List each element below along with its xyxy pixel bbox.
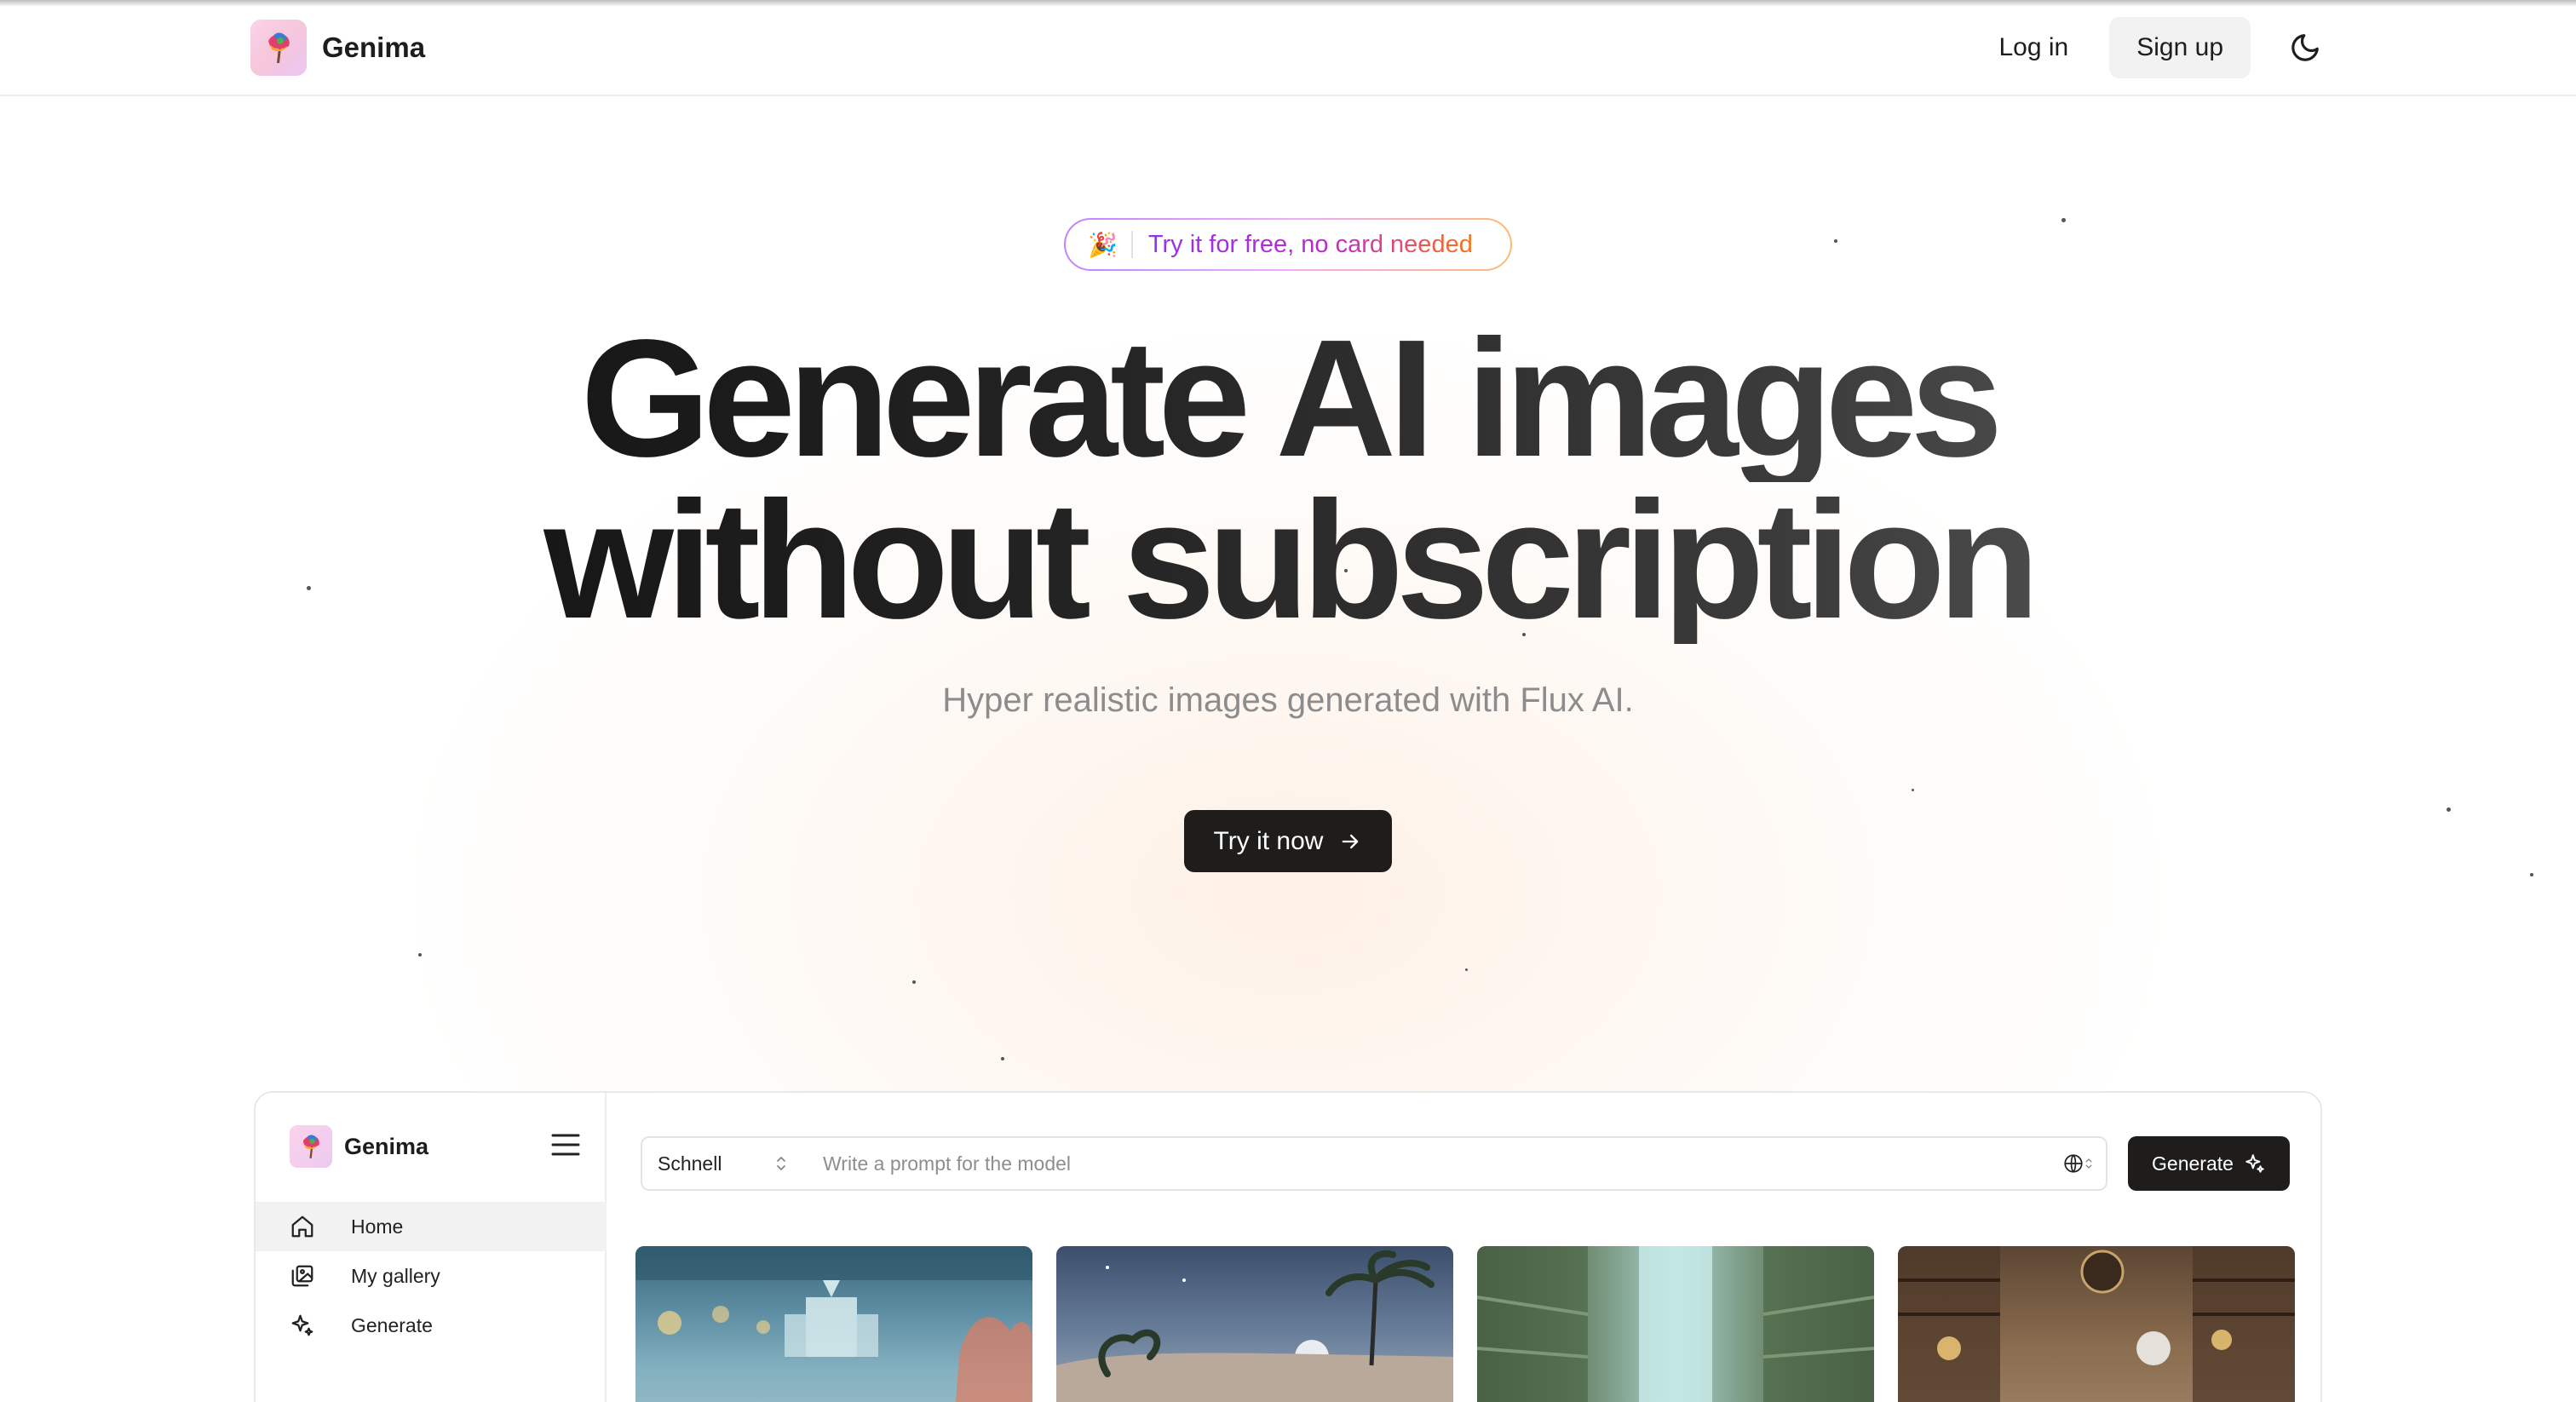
brand[interactable]: Genima (250, 20, 425, 76)
dark-mode-toggle[interactable] (2285, 27, 2326, 68)
badge-text: Try it for free, no card needed (1147, 230, 1473, 258)
gallery-thumbnail-underwater-city[interactable] (635, 1246, 1032, 1402)
decor-dot (912, 980, 916, 984)
gallery-icon (291, 1265, 313, 1287)
model-value: Schnell (658, 1152, 722, 1175)
globe-icon (2064, 1154, 2083, 1173)
decor-dot (1834, 239, 1837, 243)
home-icon (291, 1215, 313, 1238)
moon-icon (2291, 34, 2319, 61)
decor-dot (1465, 968, 1468, 971)
hamburger-menu-icon[interactable] (550, 1132, 581, 1158)
gallery-thumbnail-library[interactable] (1898, 1246, 2295, 1402)
preview-main: Schnell Generate (607, 1093, 2320, 1402)
sidebar-item-home[interactable]: Home (256, 1202, 607, 1251)
chevron-updown-icon (777, 1157, 785, 1170)
sidebar-item-label: Home (351, 1215, 404, 1238)
hero-title-line1: Generate AI images (0, 315, 2576, 482)
decor-dot (1001, 1057, 1004, 1060)
sparkles-icon (2245, 1154, 2264, 1173)
model-select[interactable]: Schnell (642, 1138, 806, 1189)
hero-title-line2: without subscription (0, 477, 2576, 644)
prompt-bar: Schnell (641, 1136, 2107, 1191)
sidebar-item-generate[interactable]: Generate (256, 1301, 607, 1350)
generate-label: Generate (2152, 1152, 2234, 1175)
preview-brand[interactable]: Genima (290, 1125, 428, 1168)
sparkles-icon (291, 1314, 313, 1336)
party-icon: 🎉 (1088, 231, 1118, 258)
decor-dot (2447, 807, 2451, 812)
signup-button[interactable]: Sign up (2109, 17, 2251, 78)
generate-button[interactable]: Generate (2128, 1136, 2290, 1191)
chevron-updown-icon (2085, 1158, 2092, 1169)
preview-sidebar: Genima Home My gallery Generate (256, 1093, 607, 1402)
top-nav: Genima Log in Sign up (0, 0, 2576, 96)
try-it-now-button[interactable]: Try it now (1184, 810, 1392, 872)
sidebar-item-label: Generate (351, 1313, 433, 1336)
arrow-right-icon (1343, 834, 1359, 848)
language-select[interactable] (2050, 1138, 2106, 1189)
decor-dot (1912, 789, 1914, 791)
cta-label: Try it now (1213, 826, 1324, 855)
gallery-thumbnail-desert-moon[interactable] (1056, 1246, 1453, 1402)
login-link[interactable]: Log in (1999, 33, 2069, 62)
nav-actions: Log in Sign up (1999, 17, 2326, 78)
logo-icon (290, 1125, 332, 1168)
preview-brand-name: Genima (344, 1133, 429, 1159)
brand-name: Genima (322, 32, 426, 63)
decor-dot (418, 953, 422, 957)
free-trial-badge[interactable]: 🎉 Try it for free, no card needed (1064, 218, 1512, 271)
sidebar-item-label: My gallery (351, 1264, 440, 1287)
sidebar-item-gallery[interactable]: My gallery (256, 1251, 607, 1301)
landing-page: Genima Log in Sign up 🎉 Try it for free,… (0, 0, 2576, 1402)
decor-dot (2061, 218, 2066, 222)
app-preview: Genima Home My gallery Generate Schnell … (254, 1091, 2322, 1402)
hero-subtitle: Hyper realistic images generated with Fl… (942, 681, 1634, 719)
prompt-input[interactable] (806, 1138, 2050, 1189)
logo-icon (250, 20, 307, 76)
gallery-thumbnail-forest-canyon[interactable] (1477, 1246, 1874, 1402)
decor-dot (2530, 873, 2533, 876)
badge-divider (1130, 231, 1133, 258)
